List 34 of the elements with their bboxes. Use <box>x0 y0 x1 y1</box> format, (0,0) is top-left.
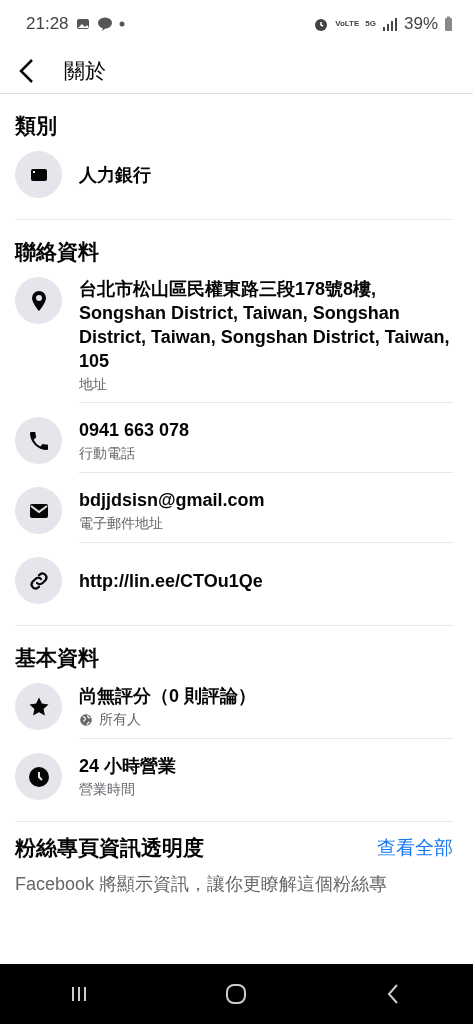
section-title: 基本資料 <box>15 645 100 671</box>
info-label: 所有人 <box>99 711 141 729</box>
battery-percentage: 39% <box>403 14 438 34</box>
page-title: 關於 <box>64 57 106 84</box>
envelope-icon <box>15 487 62 534</box>
dot-icon <box>118 21 125 27</box>
link-icon <box>15 557 62 604</box>
status-time: 21:28 <box>26 14 69 34</box>
section-title: 聯絡資料 <box>15 239 100 265</box>
location-pin-icon <box>15 277 62 324</box>
info-text: 0941 663 078 <box>79 419 191 442</box>
network-indicator: VoLTE <box>335 19 360 29</box>
info-label: 電子郵件地址 <box>79 515 163 533</box>
clock-icon <box>15 753 62 800</box>
signal-icon <box>381 16 398 32</box>
section-title: 類別 <box>15 113 58 139</box>
info-text: 人力銀行 <box>79 163 152 187</box>
transparency-description: Facebook 將顯示資訊，讓你更瞭解這個粉絲專 <box>15 873 389 896</box>
info-text: 台北市松山區民權東路三段178號8樓, Songshan District, Taiwan, Songshan District, Taiwan, Songshan District, Taiwan, 105 <box>79 278 451 373</box>
info-label: 行動電話 <box>79 445 135 463</box>
info-text: http://lin.ee/CTOu1Qe <box>79 569 264 593</box>
info-text: 24 小時營業 <box>79 755 178 778</box>
info-label: 地址 <box>79 376 107 394</box>
battery-icon <box>444 16 453 32</box>
folder-icon <box>15 151 62 198</box>
info-label: 營業時間 <box>79 781 135 799</box>
chat-bubble-icon <box>96 16 113 32</box>
info-text: 尚無評分（0 則評論） <box>79 685 257 708</box>
see-all-link[interactable]: 查看全部 <box>377 835 453 861</box>
section-title: 粉絲專頁資訊透明度 <box>15 835 204 861</box>
alarm-icon <box>313 16 330 32</box>
phone-icon <box>15 417 62 464</box>
info-text: bdjjdsisn@gmail.com <box>79 489 266 512</box>
network-indicator: 5G <box>365 19 376 29</box>
